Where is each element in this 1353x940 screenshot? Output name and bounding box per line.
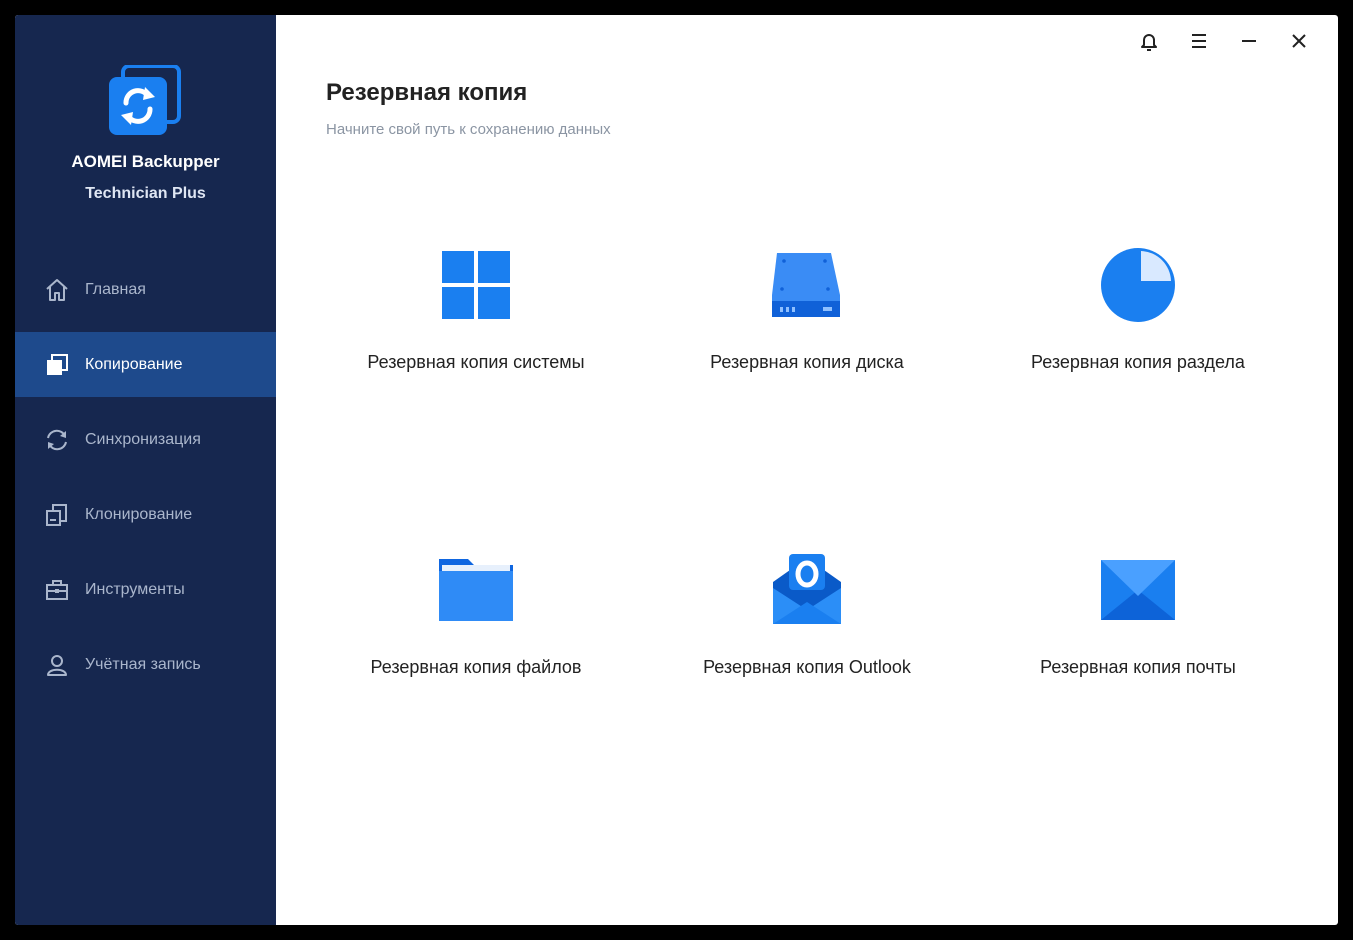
home-icon — [44, 277, 70, 303]
sidebar-item-label: Синхронизация — [85, 430, 201, 448]
sidebar-item-tools[interactable]: Инструменты — [15, 557, 276, 622]
sidebar-item-backup[interactable]: Копирование — [15, 332, 276, 397]
tile-label: Резервная копия почты — [1040, 657, 1236, 677]
user-icon — [44, 652, 70, 678]
sidebar-item-sync[interactable]: Синхронизация — [15, 407, 276, 472]
app-window: AOMEI Backupper Technician Plus Главная … — [15, 15, 1338, 925]
sidebar-item-label: Учётная запись — [85, 655, 201, 673]
sidebar: AOMEI Backupper Technician Plus Главная … — [15, 15, 276, 925]
windows-icon — [436, 245, 516, 325]
backup-options-grid: Резервная копия системы Резервная копия … — [276, 15, 1338, 925]
sidebar-item-account[interactable]: Учётная запись — [15, 632, 276, 697]
sidebar-item-label: Копирование — [85, 355, 183, 373]
outlook-backup-tile[interactable]: Резервная копия Outlook — [647, 550, 967, 730]
email-backup-tile[interactable]: Резервная копия почты — [978, 550, 1298, 730]
disk-backup-tile[interactable]: Резервная копия диска — [647, 245, 967, 425]
system-backup-tile[interactable]: Резервная копия системы — [316, 245, 636, 425]
partition-pie-icon — [1098, 245, 1178, 325]
sidebar-item-label: Главная — [85, 280, 146, 298]
tile-label: Резервная копия системы — [367, 352, 585, 372]
tile-label: Резервная копия диска — [710, 352, 904, 372]
sidebar-item-home[interactable]: Главная — [15, 257, 276, 322]
app-edition: Technician Plus — [85, 185, 206, 202]
clone-icon — [44, 502, 70, 528]
app-name: AOMEI Backupper — [71, 152, 220, 171]
tile-label: Резервная копия файлов — [370, 657, 582, 677]
hard-disk-icon — [767, 245, 847, 325]
backup-icon — [44, 352, 70, 378]
outlook-icon — [767, 550, 847, 630]
toolbox-icon — [44, 577, 70, 603]
sidebar-nav: Главная Копирование Синхронизация Клонир… — [15, 257, 276, 707]
folder-icon — [436, 550, 516, 630]
partition-backup-tile[interactable]: Резервная копия раздела — [978, 245, 1298, 425]
sidebar-item-clone[interactable]: Клонирование — [15, 482, 276, 547]
tile-label: Резервная копия Outlook — [703, 657, 911, 677]
sidebar-item-label: Клонирование — [85, 505, 193, 523]
sync-icon — [44, 427, 70, 453]
aomei-logo-icon — [109, 64, 181, 137]
main-content: Резервная копия Начните свой путь к сохр… — [276, 15, 1338, 925]
tile-label: Резервная копия раздела — [1031, 352, 1245, 372]
envelope-icon — [1098, 550, 1178, 630]
file-backup-tile[interactable]: Резервная копия файлов — [316, 550, 636, 730]
sidebar-item-label: Инструменты — [85, 580, 185, 598]
